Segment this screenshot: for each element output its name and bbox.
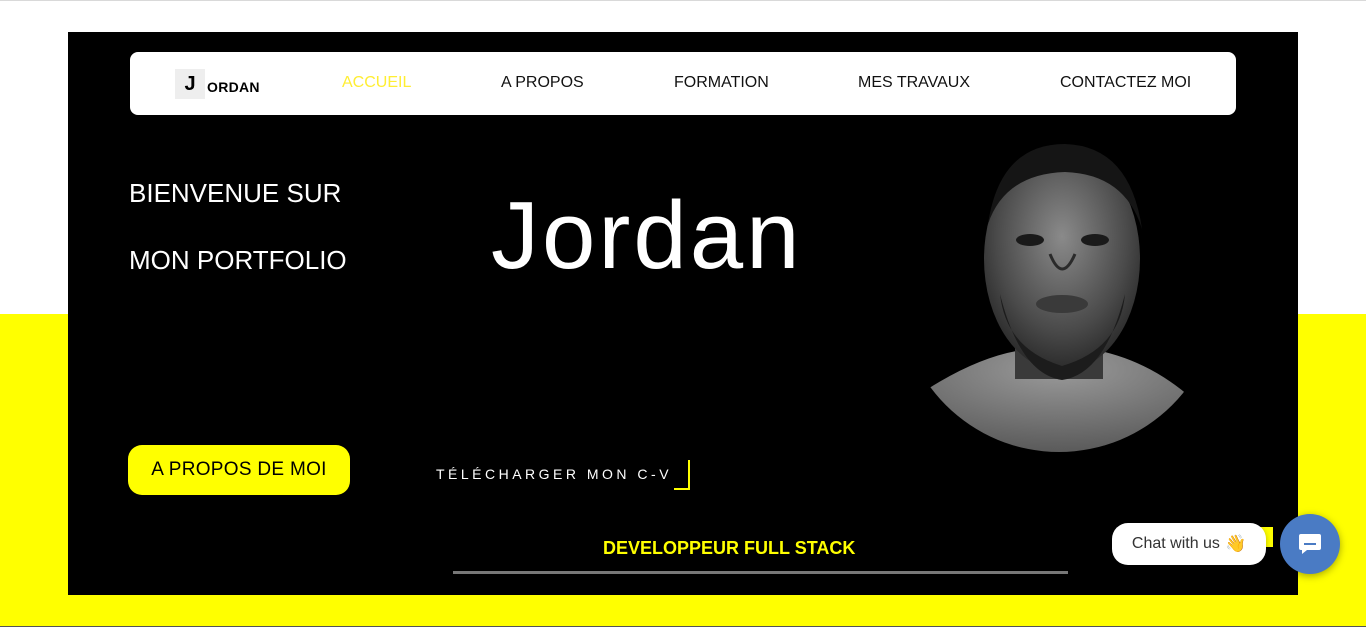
hero-section: J ORDAN ACCUEIL A PROPOS FORMATION MES T…: [68, 32, 1298, 595]
cv-corner-decoration: [674, 460, 690, 490]
nav-item-a-propos[interactable]: A PROPOS: [501, 74, 584, 92]
chat-launcher-button[interactable]: [1280, 514, 1340, 574]
welcome-line-2: MON PORTFOLIO: [129, 245, 347, 275]
welcome-line-1: BIENVENUE SUR: [129, 178, 342, 208]
chat-bubble-text: Chat with us: [1131, 535, 1220, 552]
chat-bubble[interactable]: Chat with us 👋: [1112, 523, 1266, 565]
nav-item-formation[interactable]: FORMATION: [674, 74, 769, 92]
role-underline: [453, 571, 1068, 574]
logo-text: ORDAN: [207, 78, 260, 95]
hero-name: Jordan: [491, 182, 803, 289]
nav-item-accueil[interactable]: ACCUEIL: [342, 74, 411, 92]
download-cv-button[interactable]: TÉLÉCHARGER MON C-V: [418, 458, 690, 490]
nav-item-contactez-moi[interactable]: CONTACTEZ MOI: [1060, 74, 1191, 92]
nav-item-mes-travaux[interactable]: MES TRAVAUX: [858, 74, 970, 92]
profile-photo: [920, 144, 1198, 452]
top-divider: [0, 0, 1366, 1]
role-title: DEVELOPPEUR FULL STACK: [603, 538, 856, 558]
wave-emoji-icon: 👋: [1224, 534, 1247, 553]
logo-mark: J: [175, 69, 205, 99]
chat-icon: [1299, 534, 1321, 554]
navbar: J ORDAN ACCUEIL A PROPOS FORMATION MES T…: [130, 52, 1236, 115]
download-cv-label: TÉLÉCHARGER MON C-V: [435, 466, 673, 482]
logo[interactable]: J ORDAN: [175, 69, 260, 99]
about-me-button[interactable]: A PROPOS DE MOI: [128, 445, 350, 495]
